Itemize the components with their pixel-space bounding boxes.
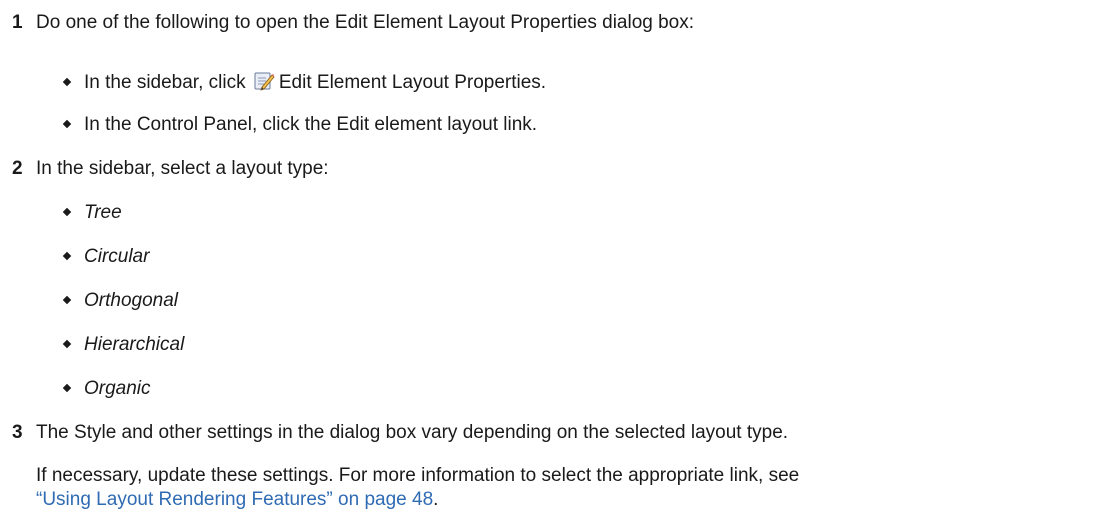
edit-layout-properties-icon — [253, 70, 275, 92]
step-text: The Style and other settings in the dial… — [36, 422, 789, 443]
step-3: 3 The Style and other settings in the dia… — [12, 422, 1119, 444]
bullet-diamond-icon — [62, 77, 72, 87]
list-item: Circular — [62, 246, 149, 268]
list-item: Hierarchical — [62, 334, 184, 356]
list-item: In the Control Panel, click the Edit ele… — [62, 114, 537, 136]
list-item: Tree — [62, 202, 122, 224]
step-3-link-line: “Using Layout Rendering Features” on pag… — [36, 489, 439, 510]
step-text: Do one of the following to open the Edit… — [36, 12, 695, 33]
step-3-paragraph: If necessary, update these settings. For… — [36, 465, 800, 486]
list-item: Orthogonal — [62, 290, 178, 312]
cross-reference-link[interactable]: “Using Layout Rendering Features” on pag… — [36, 489, 433, 510]
step-number: 2 — [12, 158, 23, 179]
list-item: In the sidebar, click Edit Element Layou… — [62, 70, 546, 94]
bullet-diamond-icon — [62, 339, 72, 349]
step-number: 1 — [12, 12, 23, 33]
list-item: Organic — [62, 378, 151, 400]
bullet-diamond-icon — [62, 119, 72, 129]
step-2: 2 In the sidebar, select a layout type: — [12, 158, 1119, 180]
bullet-diamond-icon — [62, 207, 72, 217]
step-1: 1 Do one of the following to open the Edi… — [12, 12, 1119, 34]
step-text: In the sidebar, select a layout type: — [36, 158, 329, 179]
step-number: 3 — [12, 422, 23, 443]
bullet-diamond-icon — [62, 251, 72, 261]
bullet-diamond-icon — [62, 295, 72, 305]
bullet-diamond-icon — [62, 383, 72, 393]
